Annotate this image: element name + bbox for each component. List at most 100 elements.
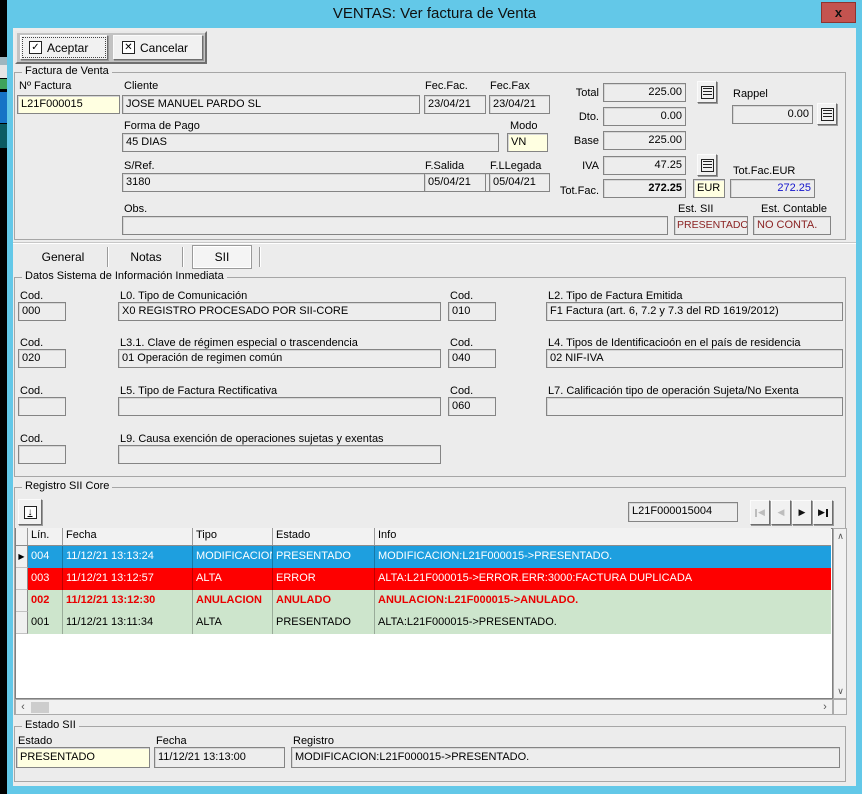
cell-info: ALTA:L21F000015->PRESENTADO. [375, 612, 831, 634]
title-bar[interactable]: VENTAS: Ver factura de Venta x [7, 0, 862, 28]
header-fecha[interactable]: Fecha [63, 528, 193, 545]
last-record-button[interactable]: ▶ [813, 500, 833, 525]
modo-field[interactable]: VN [507, 133, 548, 152]
prev-record-icon: ◀ [778, 507, 785, 518]
rappel-label: Rappel [733, 88, 768, 100]
dto-field: 0.00 [603, 107, 686, 126]
iva-detail-button[interactable] [697, 154, 717, 176]
tab-notas[interactable]: Notas [117, 249, 175, 265]
ventas-dialog: VENTAS: Ver factura de Venta x ✓ Aceptar… [7, 0, 862, 794]
cell-lin: 004 [28, 546, 63, 568]
horizontal-scrollbar[interactable]: ‹ › [15, 699, 833, 715]
row-selector [16, 568, 28, 590]
prev-record-button[interactable]: ◀ [771, 500, 791, 525]
fec-fax-field: 23/04/21 [489, 95, 550, 114]
fec-fac-field: 23/04/21 [424, 95, 486, 114]
taskbar-fragment [0, 79, 7, 89]
cell-info: ANULACION:L21F000015->ANULADO. [375, 590, 831, 612]
estado-field[interactable]: PRESENTADO [16, 747, 150, 768]
first-record-icon [755, 509, 757, 517]
table-row[interactable]: ▶ 004 11/12/21 13:13:24 MODIFICACION PRE… [16, 546, 831, 568]
tab-separator [182, 247, 183, 267]
base-field: 225.00 [603, 131, 686, 150]
cell-lin: 002 [28, 590, 63, 612]
scrollbar-thumb[interactable] [31, 702, 49, 713]
cancel-label: Cancelar [140, 41, 188, 55]
tot-fac-eur-label: Tot.Fac.EUR [733, 165, 795, 177]
download-icon: ↓ [24, 506, 37, 519]
forma-pago-label: Forma de Pago [124, 120, 200, 132]
dialog-content: ✓ Aceptar ✕ Cancelar Factura de Venta Nº… [13, 28, 856, 786]
section-divider [13, 242, 856, 244]
est-sii-label: Est. SII [678, 203, 713, 215]
cell-lin: 003 [28, 568, 63, 590]
toolbar-panel: ✓ Aceptar ✕ Cancelar [15, 31, 207, 64]
registro-table-header: Lín. Fecha Tipo Estado Info [16, 528, 831, 546]
list-icon [701, 86, 714, 99]
total-label: Total [555, 87, 599, 99]
cell-fecha: 11/12/21 13:12:30 [63, 590, 193, 612]
record-id-field[interactable]: L21F000015004 [628, 502, 738, 522]
taskbar-fragment [0, 124, 7, 148]
f-llegada-field: 05/04/21 [489, 173, 550, 192]
scroll-right-icon[interactable]: › [820, 701, 830, 713]
header-estado[interactable]: Estado [273, 528, 375, 545]
tot-fac-eur-field: 272.25 [730, 179, 815, 198]
scroll-up-icon[interactable]: ∧ [835, 530, 846, 542]
header-tipo[interactable]: Tipo [193, 528, 273, 545]
scroll-down-icon[interactable]: ∨ [835, 685, 846, 697]
l2-cod-field: 010 [448, 302, 496, 321]
cell-estado: ANULADO [273, 590, 375, 612]
header-lin[interactable]: Lín. [28, 528, 63, 545]
cell-tipo: ALTA [193, 612, 273, 634]
export-button[interactable]: ↓ [18, 499, 42, 525]
obs-label: Obs. [124, 203, 147, 215]
cell-lin: 001 [28, 612, 63, 634]
fec-fax-label: Fec.Fax [490, 80, 530, 92]
l31-cod-field: 020 [18, 349, 66, 368]
close-button[interactable]: x [821, 2, 856, 23]
f-salida-label: F.Salida [425, 160, 464, 172]
l9-cod-field [18, 445, 66, 464]
currency-field[interactable]: EUR [693, 179, 725, 198]
total-field: 225.00 [603, 83, 686, 102]
next-record-button[interactable]: ▶ [792, 500, 812, 525]
cancel-button[interactable]: ✕ Cancelar [113, 35, 203, 60]
total-detail-button[interactable] [697, 81, 717, 103]
row-selector [16, 612, 28, 634]
cell-tipo: MODIFICACION [193, 546, 273, 568]
tab-general[interactable]: General [28, 249, 98, 265]
sref-label: S/Ref. [124, 160, 155, 172]
table-row[interactable]: 002 11/12/21 13:12:30 ANULACION ANULADO … [16, 590, 831, 612]
rappel-detail-button[interactable] [817, 103, 837, 125]
tot-fac-field: 272.25 [603, 179, 686, 198]
iva-label: IVA [555, 160, 599, 172]
estado-label: Estado [18, 735, 52, 747]
cod-label: Cod. [20, 290, 43, 302]
accept-button[interactable]: ✓ Aceptar [20, 35, 108, 60]
taskbar-fragment [0, 92, 7, 123]
l31-field: 01 Operación de regimen común [118, 349, 441, 368]
table-row[interactable]: 001 11/12/21 13:11:34 ALTA PRESENTADO AL… [16, 612, 831, 634]
est-sii-field: PRESENTADO [674, 216, 748, 235]
scroll-left-icon[interactable]: ‹ [18, 701, 28, 713]
table-row[interactable]: 003 11/12/21 13:12:57 ALTA ERROR ALTA:L2… [16, 568, 831, 590]
tab-sii[interactable]: SII [192, 245, 252, 269]
vertical-scrollbar[interactable]: ∧ ∨ [833, 528, 847, 699]
l2-field: F1 Factura (art. 6, 7.2 y 7.3 del RD 161… [546, 302, 843, 321]
cod-label: Cod. [450, 290, 473, 302]
l4-field: 02 NIF-IVA [546, 349, 843, 368]
l0-label: L0. Tipo de Comunicación [120, 290, 247, 302]
datos-sii-group-title: Datos Sistema de Información Inmediata [22, 270, 227, 282]
f-llegada-label: F.LLegada [490, 160, 541, 172]
num-factura-field[interactable]: L21F000015 [17, 95, 120, 114]
cell-fecha: 11/12/21 13:13:24 [63, 546, 193, 568]
header-info[interactable]: Info [375, 528, 831, 545]
first-record-button[interactable]: ◀ [750, 500, 770, 525]
num-factura-label: Nº Factura [19, 80, 71, 92]
dto-label: Dto. [555, 111, 599, 123]
base-label: Base [555, 135, 599, 147]
cod-label: Cod. [450, 385, 473, 397]
cell-tipo: ANULACION [193, 590, 273, 612]
cod-label: Cod. [20, 337, 43, 349]
